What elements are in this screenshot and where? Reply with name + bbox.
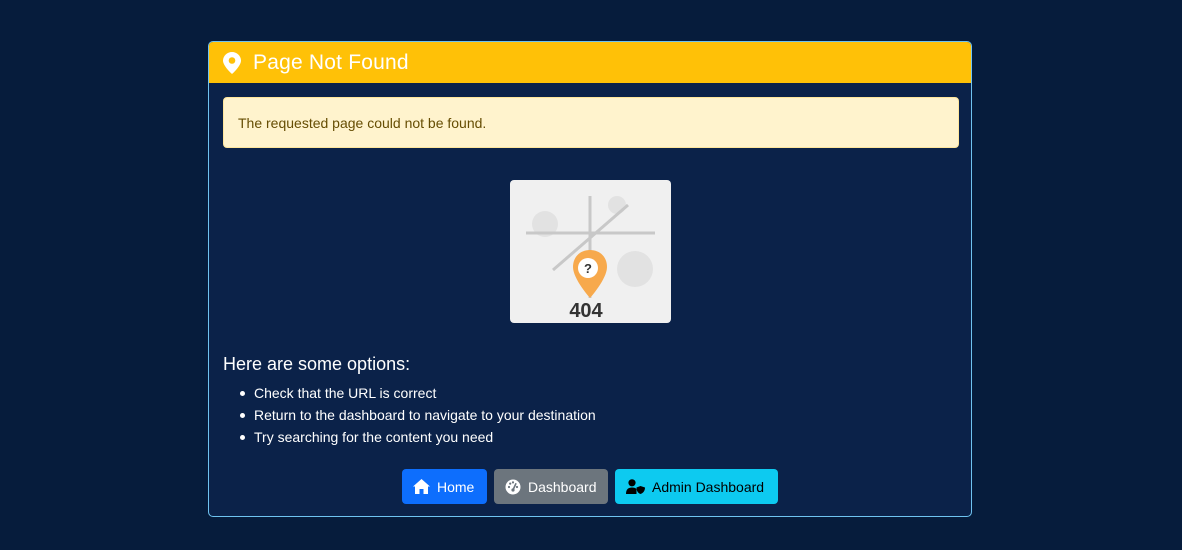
alert-message: The requested page could not be found. bbox=[238, 114, 487, 131]
list-item-text: Return to the dashboard to navigate to y… bbox=[254, 407, 596, 423]
list-item: Try searching for the content you need bbox=[223, 426, 596, 448]
list-item: Check that the URL is correct bbox=[223, 382, 596, 404]
home-button[interactable]: Home bbox=[402, 469, 487, 504]
map-marker-icon bbox=[223, 51, 241, 74]
tachometer-icon bbox=[505, 479, 521, 495]
warning-alert: The requested page could not be found. bbox=[223, 97, 959, 148]
map-circle-shape bbox=[608, 196, 626, 214]
admin-dashboard-button[interactable]: Admin Dashboard bbox=[615, 469, 778, 504]
map-circle-shape bbox=[617, 251, 653, 287]
page-title: Page Not Found bbox=[253, 50, 409, 74]
action-buttons: Home Dashboard Admin Dashboard bbox=[209, 469, 971, 504]
home-button-label: Home bbox=[437, 478, 475, 495]
home-icon bbox=[413, 479, 430, 494]
user-shield-icon bbox=[626, 479, 645, 494]
lost-map-illustration: ? 404 bbox=[510, 180, 671, 323]
bullet-icon bbox=[240, 412, 245, 418]
list-item: Return to the dashboard to navigate to y… bbox=[223, 404, 596, 426]
list-item-text: Try searching for the content you need bbox=[254, 429, 494, 445]
bullet-icon bbox=[240, 390, 245, 396]
error-code: 404 bbox=[569, 300, 603, 322]
list-item-text: Check that the URL is correct bbox=[254, 385, 437, 401]
dashboard-button[interactable]: Dashboard bbox=[494, 469, 608, 504]
options-heading: Here are some options: bbox=[223, 354, 411, 374]
card-header: Page Not Found bbox=[209, 42, 971, 83]
question-mark-symbol: ? bbox=[584, 261, 592, 276]
location-pin-icon: ? bbox=[573, 250, 607, 298]
admin-dashboard-button-label: Admin Dashboard bbox=[652, 478, 765, 495]
options-list: Check that the URL is correct Return to … bbox=[223, 382, 596, 448]
dashboard-button-label: Dashboard bbox=[528, 478, 597, 495]
not-found-card: Page Not Found The requested page could … bbox=[208, 41, 972, 517]
bullet-icon bbox=[240, 434, 245, 440]
